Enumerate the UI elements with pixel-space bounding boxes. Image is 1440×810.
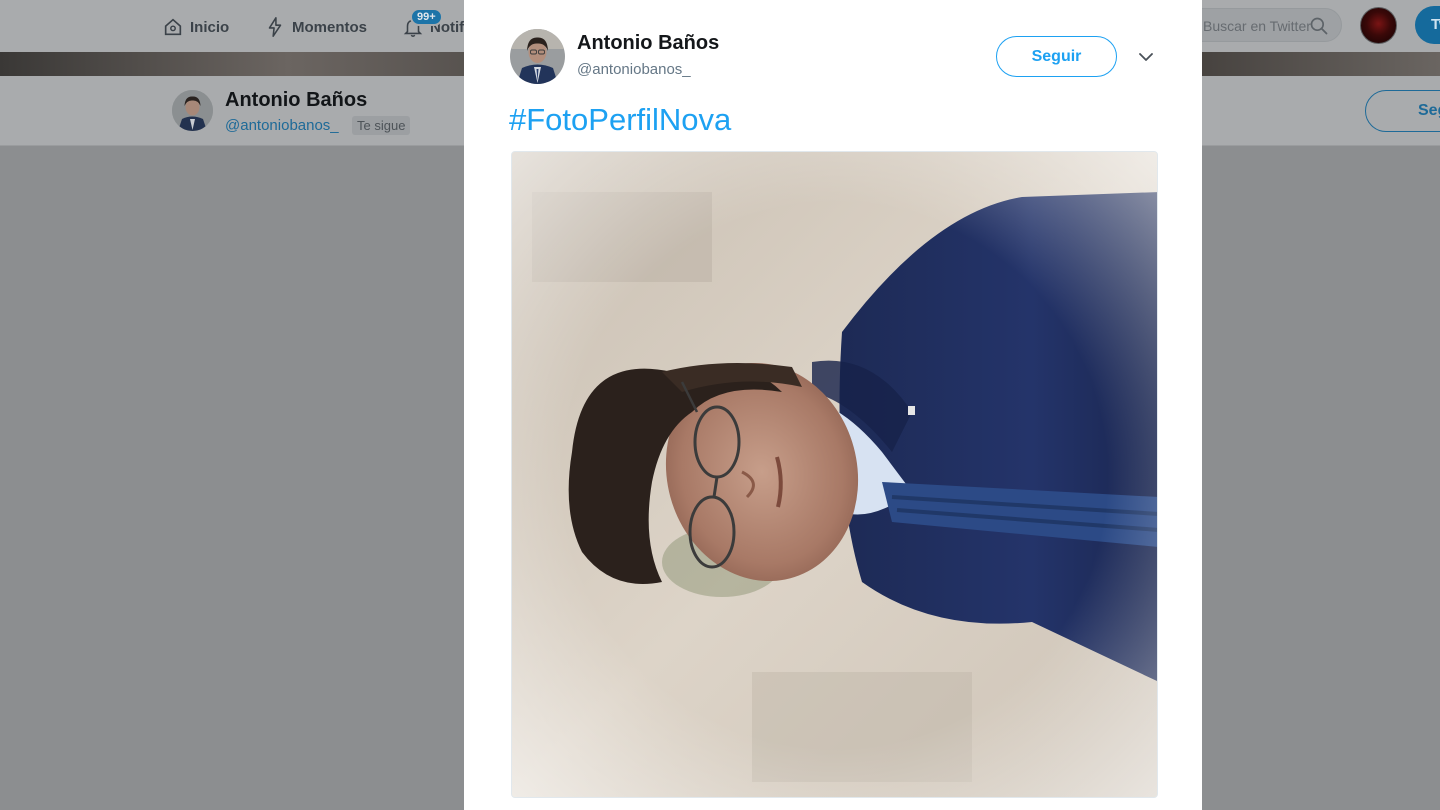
tweet-author-name[interactable]: Antonio Baños — [577, 32, 719, 55]
tweet-modal: Antonio Baños @antoniobanos_ Seguir #Fot… — [464, 0, 1202, 810]
nav-moments-label: Momentos — [292, 18, 367, 36]
tweet-text-hashtag[interactable]: #FotoPerfilNova — [509, 102, 731, 138]
follow-button[interactable]: Seguir — [996, 36, 1117, 77]
account-avatar[interactable] — [1360, 7, 1397, 44]
tweet-button[interactable]: Twittear — [1415, 6, 1440, 44]
nav-home-label: Inicio — [190, 18, 230, 36]
profile-follow-button[interactable]: Seguir — [1365, 90, 1440, 132]
tweet-author-avatar[interactable] — [510, 29, 565, 84]
search-placeholder: Buscar en Twitter — [1203, 18, 1311, 34]
profile-handle[interactable]: @antoniobanos_ — [225, 117, 339, 134]
home-icon — [164, 18, 182, 36]
profile-name: Antonio Baños — [225, 89, 368, 111]
follows-you-badge: Te sigue — [352, 116, 411, 135]
chevron-down-icon[interactable] — [1136, 47, 1156, 67]
lightning-icon — [268, 17, 282, 37]
tweet-photo-image — [512, 152, 1157, 797]
profile-avatar[interactable] — [172, 90, 213, 131]
tweet-photo[interactable] — [511, 151, 1158, 798]
nav-moments[interactable]: Momentos — [264, 14, 367, 40]
nav-home[interactable]: Inicio — [162, 14, 229, 40]
tweet-author-handle[interactable]: @antoniobanos_ — [577, 61, 691, 78]
search-icon[interactable] — [1309, 16, 1329, 36]
notifications-badge: 99+ — [410, 8, 443, 26]
